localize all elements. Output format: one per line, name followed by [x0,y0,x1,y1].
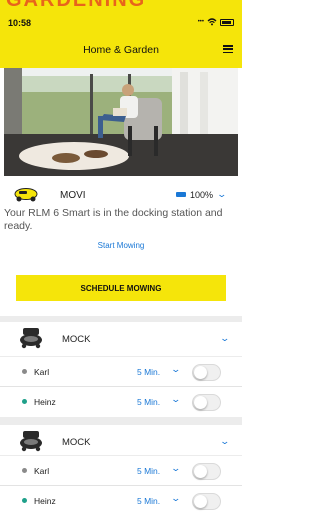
chevron-down-icon[interactable]: ⌄ [170,493,181,504]
menu-icon[interactable] [223,45,233,53]
battery-icon [176,192,186,197]
robot-status-text: Your RLM 6 Smart is in the docking stati… [4,207,223,232]
section-divider [0,417,242,425]
mock-header[interactable]: MOCK ⌄ [0,322,242,356]
banner-title: GARDENING [6,0,147,11]
duration-select[interactable]: 5 Min. [137,496,160,506]
user-row: Karl 5 Min. ⌄ [0,455,242,485]
robot-vacuum-icon [20,328,42,349]
mock-name: MOCK [62,437,91,448]
chevron-down-icon[interactable]: ⌄ [219,333,230,344]
robot-header[interactable]: MOVI 100% ⌄ [14,186,234,204]
user-row: Karl 5 Min. ⌄ [0,356,242,386]
robot-card: MOVI 100% ⌄ Your RLM 6 Smart is in the d… [0,176,242,316]
chevron-down-icon[interactable]: ⌄ [170,364,181,375]
robot-name: MOVI [60,190,86,201]
status-time: 10:58 [8,18,32,28]
battery-status-icon [220,18,234,26]
status-bar: 10:58 ••• [0,16,242,30]
user-toggle[interactable] [192,394,221,411]
mock-header[interactable]: MOCK ⌄ [0,425,242,459]
user-name: Heinz [34,496,56,506]
schedule-mowing-button[interactable]: SCHEDULE MOWING [16,275,226,301]
app-header: 10:58 ••• Home & Garden [0,14,242,68]
duration-select[interactable]: 5 Min. [137,397,160,407]
mock-card: MOCK ⌄ Karl 5 Min. ⌄ Heinz 5 Min. ⌄ [0,425,242,515]
user-status-dot [22,369,27,374]
user-row: Heinz 5 Min. ⌄ [0,386,242,416]
duration-select[interactable]: 5 Min. [137,367,160,377]
top-banner: GARDENING [0,0,242,14]
wifi-icon [207,18,217,26]
mock-card: MOCK ⌄ Karl 5 Min. ⌄ Heinz 5 Min. ⌄ [0,322,242,418]
status-icons: ••• [198,18,234,26]
user-status-dot [22,498,27,503]
user-name: Karl [34,466,50,476]
start-mowing-link[interactable]: Start Mowing [0,241,242,250]
hero-image [4,68,238,176]
duration-select[interactable]: 5 Min. [137,466,160,476]
robot-vacuum-icon [20,431,42,452]
mower-icon [14,188,38,202]
user-name: Karl [34,367,50,377]
battery-percentage: 100% [190,190,214,200]
user-toggle[interactable] [192,364,221,381]
signal-icon: ••• [197,19,204,25]
mock-name: MOCK [62,334,91,345]
user-row: Heinz 5 Min. ⌄ [0,485,242,515]
user-toggle[interactable] [192,493,221,510]
page-title: Home & Garden [83,44,159,56]
chevron-down-icon[interactable]: ⌄ [170,394,181,405]
user-status-dot [22,399,27,404]
user-status-dot [22,468,27,473]
user-name: Heinz [34,397,56,407]
chevron-down-icon[interactable]: ⌄ [170,463,181,474]
user-toggle[interactable] [192,463,221,480]
chevron-down-icon[interactable]: ⌄ [216,189,227,200]
chevron-down-icon[interactable]: ⌄ [219,436,230,447]
